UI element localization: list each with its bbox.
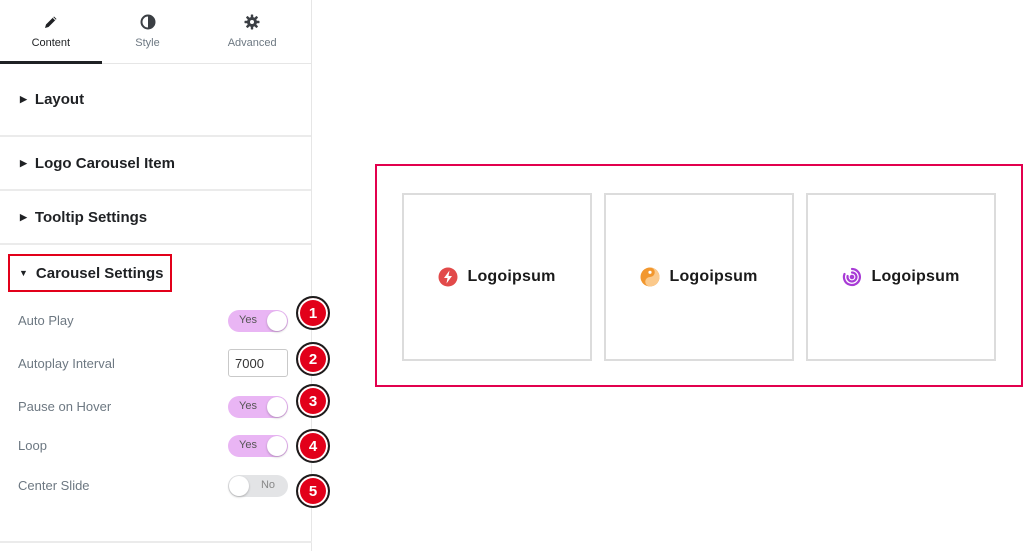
gear-icon [244, 14, 260, 30]
annotation-badge-5: 5 [296, 474, 330, 508]
spiral-logo-icon [843, 267, 862, 287]
logo: Logoipsum [640, 267, 757, 287]
switch-knob [229, 476, 249, 496]
logo: Logoipsum [842, 267, 959, 287]
caret-down-icon: ▼ [19, 268, 28, 278]
section-logo-carousel-item-label: Logo Carousel Item [34, 154, 175, 172]
editor-window: Content Style Advanced ▶ Layout ▶ Logo C… [0, 0, 1024, 551]
section-tooltip-settings[interactable]: ▶ Tooltip Settings [0, 191, 311, 245]
caret-right-icon: ▶ [20, 211, 27, 222]
section-logo-carousel-item[interactable]: ▶ Logo Carousel Item [0, 137, 311, 191]
pencil-icon [44, 16, 57, 28]
auto-play-switch-label: Yes [239, 314, 257, 326]
tab-style[interactable]: Style [102, 0, 194, 63]
yin-yang-logo-icon [640, 267, 660, 287]
section-carousel-settings-label: Carousel Settings [35, 264, 164, 282]
loop-switch-label: Yes [239, 439, 257, 451]
section-carousel-settings-header[interactable]: ▼ Carousel Settings [8, 254, 172, 292]
annotation-badge-1: 1 [296, 296, 330, 330]
settings-panel: Content Style Advanced ▶ Layout ▶ Logo C… [0, 0, 330, 551]
logo: Logoipsum [438, 267, 555, 287]
tab-style-label: Style [135, 37, 160, 49]
section-layout[interactable]: ▶ Layout [0, 64, 311, 137]
section-tooltip-settings-label: Tooltip Settings [34, 208, 148, 226]
autoplay-interval-label: Autoplay Interval [18, 356, 115, 371]
auto-play-switch[interactable]: Yes [228, 310, 288, 332]
logo-text: Logoipsum [871, 268, 960, 285]
switch-knob [267, 397, 287, 417]
half-circle-icon [140, 14, 156, 30]
carousel-item[interactable]: Logoipsum [604, 193, 794, 361]
divider [0, 541, 312, 543]
annotation-badge-3: 3 [296, 384, 330, 418]
auto-play-label: Auto Play [18, 313, 74, 328]
annotation-badge-2: 2 [296, 342, 330, 376]
tab-content-label: Content [31, 37, 71, 49]
loop-label: Loop [18, 438, 47, 453]
bolt-circle-logo-icon [438, 267, 458, 287]
logo-text: Logoipsum [467, 268, 556, 285]
caret-right-icon: ▶ [20, 157, 27, 168]
autoplay-interval-input[interactable] [228, 349, 288, 377]
center-slide-switch[interactable]: No [228, 475, 288, 497]
annotation-badge-4: 4 [296, 429, 330, 463]
tab-advanced[interactable]: Advanced [193, 0, 311, 63]
carousel-item[interactable]: Logoipsum [402, 193, 592, 361]
carousel-item[interactable]: Logoipsum [806, 193, 996, 361]
logo-text: Logoipsum [669, 268, 758, 285]
section-layout-label: Layout [34, 91, 85, 108]
center-slide-label: Center Slide [18, 478, 90, 493]
logo-carousel-preview[interactable]: Logoipsum Logoipsum Logoipsum [375, 164, 1023, 387]
panel-tabs: Content Style Advanced [0, 0, 311, 64]
caret-right-icon: ▶ [20, 94, 27, 104]
center-slide-switch-label: No [260, 479, 275, 491]
tab-advanced-label: Advanced [227, 37, 277, 49]
switch-knob [267, 311, 287, 331]
loop-switch[interactable]: Yes [228, 435, 288, 457]
pause-on-hover-switch-label: Yes [239, 400, 257, 412]
pause-on-hover-label: Pause on Hover [18, 399, 112, 414]
pause-on-hover-switch[interactable]: Yes [228, 396, 288, 418]
switch-knob [267, 436, 287, 456]
tab-content[interactable]: Content [0, 0, 102, 64]
